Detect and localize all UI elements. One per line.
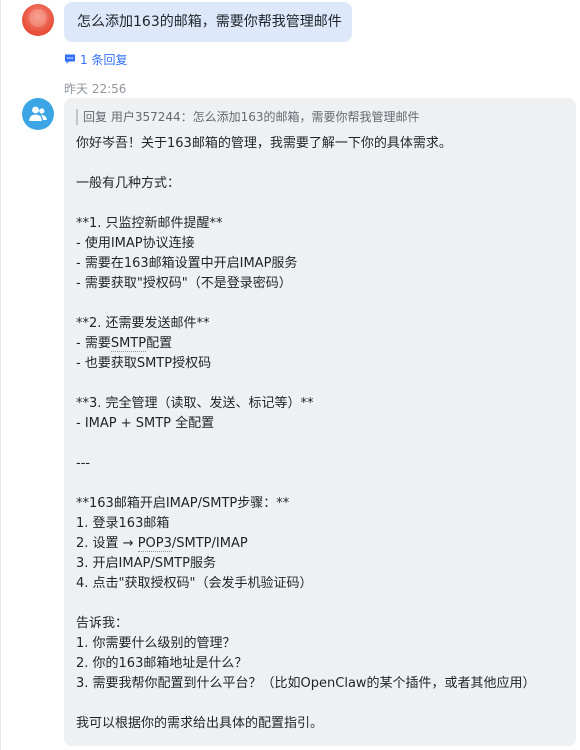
user-message-bubble: 怎么添加163的邮箱，需要你帮我管理邮件 [64,2,352,42]
message-line: 2. 设置 → POP3/SMTP/IMAP [76,536,248,552]
message-line [76,694,536,714]
message-line: 1. 你需要什么级别的管理？ [76,636,236,651]
message-line: 我可以根据你的需求给出具体的配置指引。 [76,716,324,731]
message-line: - 使用IMAP协议连接 [76,236,195,251]
message-line: --- [76,456,91,471]
message-line: 3. 开启IMAP/SMTP服务 [76,556,216,571]
chat-thread: 怎么添加163的邮箱，需要你帮我管理邮件 1 条回复 昨天 22:56 回复 用… [0,0,580,750]
message-line: - 也要获取SMTP授权码 [76,356,212,371]
user-message-text: 怎么添加163的邮箱，需要你帮我管理邮件 [77,14,342,30]
bot-message-body: 你好岑吾！关于163邮箱的管理，我需要了解一下你的具体需求。 一般有几种方式： … [76,134,536,734]
message-line [76,374,536,394]
message-line: 2. 你的163邮箱地址是什么？ [76,656,248,671]
message-line: **163邮箱开启IMAP/SMTP步骤：** [76,496,290,511]
message-line: **3. 完全管理（读取、发送、标记等）** [76,396,314,411]
message-line: 1. 登录163邮箱 [76,516,170,531]
divider [0,0,1,750]
message-timestamp: 昨天 22:56 [64,82,127,96]
message-line: **1. 只监控新邮件提醒** [76,216,223,231]
message-line: 4. 点击"获取授权码"（会发手机验证码） [76,576,313,591]
message-line: - IMAP + SMTP 全配置 [76,416,215,431]
message-line [76,194,536,214]
bot-message-bubble: 回复 用户357244：怎么添加163的邮箱，需要你帮我管理邮件 你好岑吾！关于… [64,98,576,746]
message-line: - 需要在163邮箱设置中开启IMAP服务 [76,256,298,271]
bot-avatar[interactable] [22,98,54,130]
message-line: 告诉我： [76,616,129,631]
message-line [76,294,536,314]
user-avatar[interactable] [22,4,54,36]
message-line [76,474,536,494]
quoted-reply: 回复 用户357244：怎么添加163的邮箱，需要你帮我管理邮件 [76,109,420,125]
message-line: **2. 还需要发送邮件** [76,316,210,331]
message-line [76,434,536,454]
message-line: - 需要SMTP配置 [76,336,173,352]
comment-icon [65,54,75,64]
message-line [76,594,536,614]
message-line: 你好岑吾！关于163邮箱的管理，我需要了解一下你的具体需求。 [76,136,452,151]
group-users-icon [29,106,47,121]
message-line: - 需要获取"授权码"（不是登录密码） [76,276,292,291]
reply-thread-link[interactable]: 1 条回复 [64,50,127,68]
message-line: 3. 需要我帮你配置到什么平台？（比如OpenClaw的某个插件，或者其他应用） [76,676,536,691]
message-line [76,154,536,174]
message-line: 一般有几种方式： [76,176,181,191]
reply-count-label: 1 条回复 [80,52,128,67]
